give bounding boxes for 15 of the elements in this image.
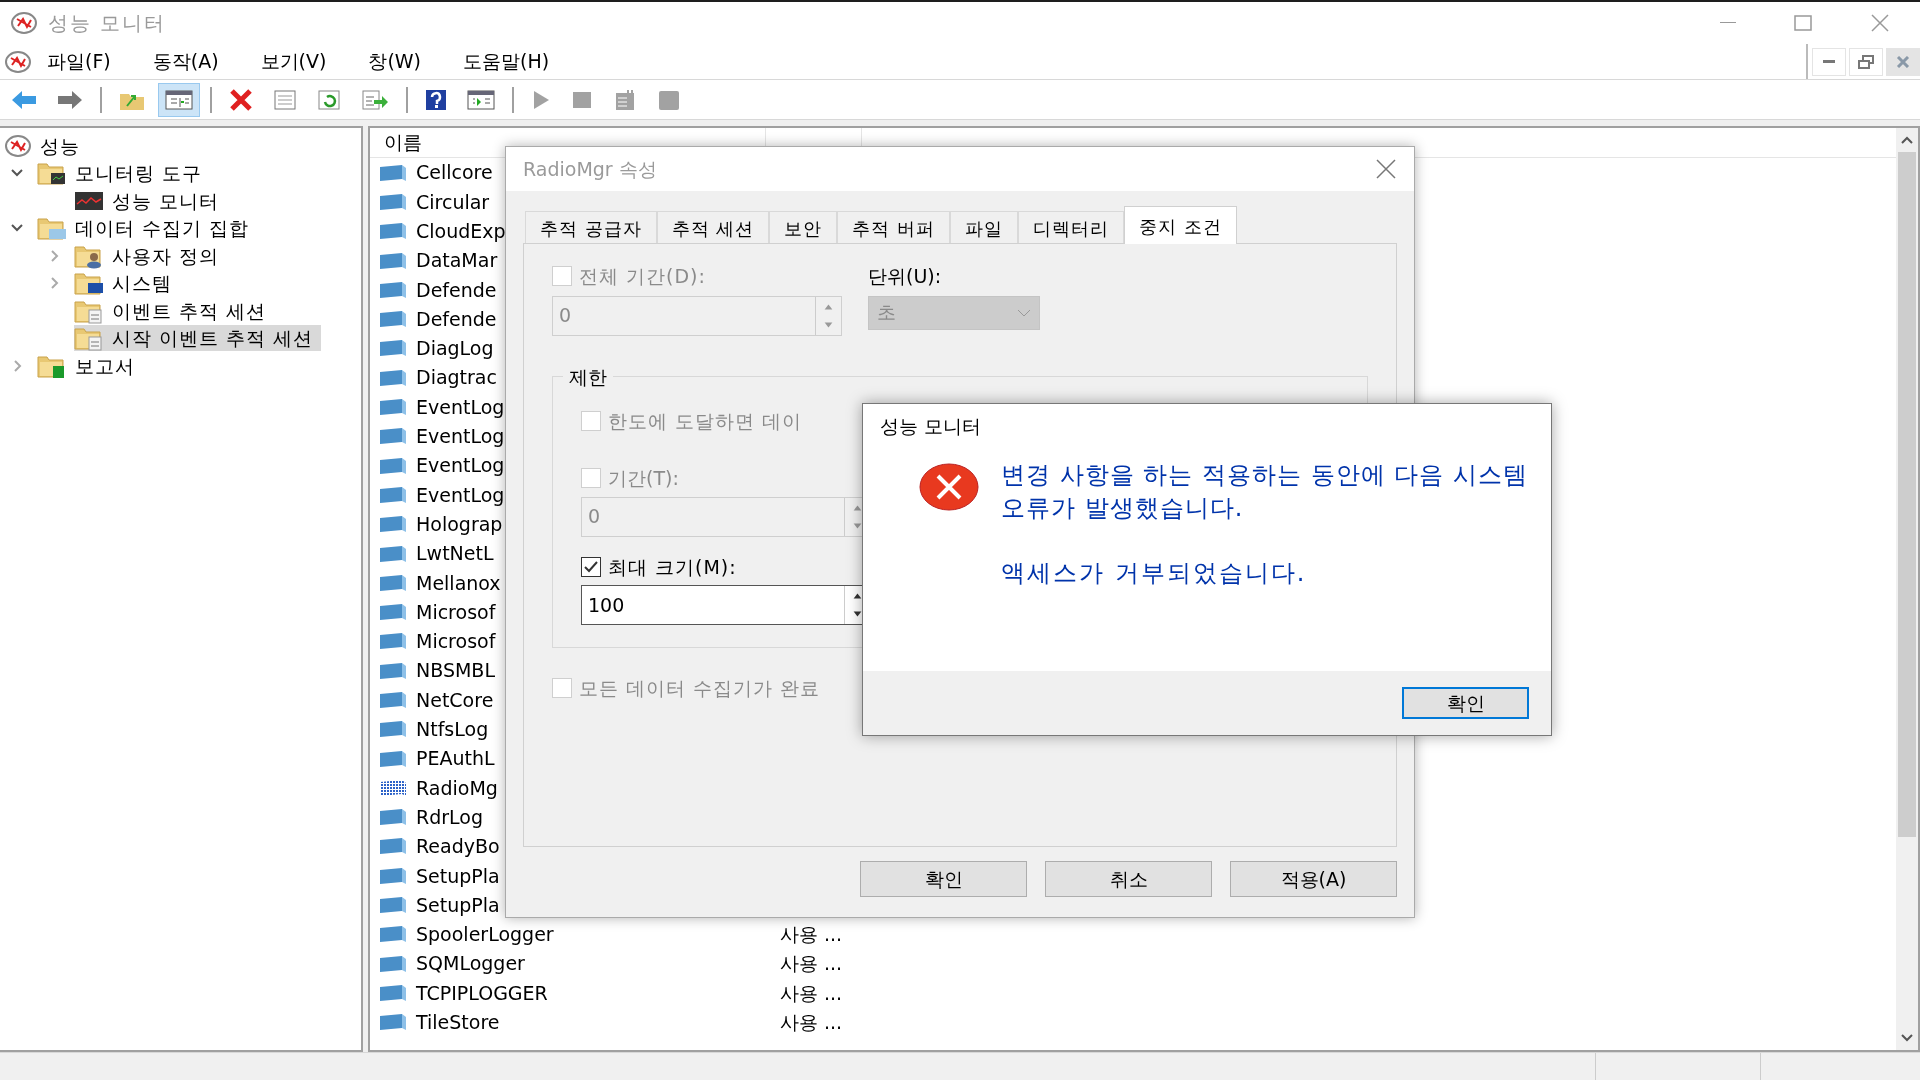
- checkbox-label: 한도에 도달하면 데이: [608, 408, 803, 434]
- checkbox-label: 모든 데이터 수집기가 완료: [579, 675, 821, 701]
- checkbox-label: 기간(T):: [608, 466, 679, 491]
- field-label: 전체 기간(D):: [579, 264, 706, 289]
- table-cell-text: 사용 ...: [779, 922, 843, 948]
- error-message: 변경 사항을 하는 적용하는 동안에 다음 시스템 오류가 발생했습니다.: [1001, 459, 1529, 524]
- table-cell-text: 사용 ...: [779, 980, 843, 1006]
- checkbox-label: 최대 크기(M):: [608, 554, 737, 580]
- field-label: 단위(U):: [868, 264, 943, 289]
- table-cell-text: 사용 ...: [779, 951, 843, 977]
- error-detail: 액세스가 거부되었습니다.: [1001, 557, 1308, 589]
- window-title: 성능 모니터: [48, 10, 167, 37]
- dialog-title: RadioMgr 속성: [523, 156, 657, 182]
- table-cell-text: 사용 ...: [779, 1010, 843, 1035]
- dialog-title: 성능 모니터: [879, 414, 983, 439]
